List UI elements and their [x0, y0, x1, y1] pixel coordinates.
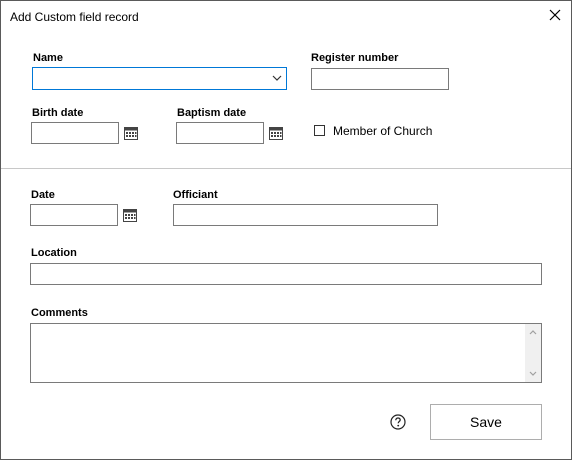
birth-date-input[interactable]: [32, 123, 118, 143]
member-of-church-checkbox[interactable]: [314, 125, 325, 136]
close-button[interactable]: [545, 5, 565, 25]
baptism-date-input[interactable]: [177, 123, 263, 143]
location-input[interactable]: [31, 264, 541, 284]
location-field[interactable]: [30, 263, 542, 285]
register-number-input[interactable]: [312, 69, 448, 89]
chevron-down-icon[interactable]: [271, 72, 283, 84]
scroll-down-icon[interactable]: [529, 371, 537, 377]
calendar-icon[interactable]: [123, 208, 137, 222]
close-icon: [549, 9, 561, 21]
officiant-field[interactable]: [173, 204, 438, 226]
birth-date-field[interactable]: [31, 122, 119, 144]
comments-textarea[interactable]: [30, 323, 542, 383]
register-number-label: Register number: [311, 52, 399, 64]
baptism-date-field[interactable]: [176, 122, 264, 144]
add-custom-field-record-dialog: Add Custom field record Name Register nu…: [0, 0, 572, 460]
calendar-icon[interactable]: [124, 126, 138, 140]
comments-label: Comments: [31, 307, 88, 319]
help-icon[interactable]: [390, 414, 406, 430]
scroll-up-icon[interactable]: [529, 329, 537, 335]
officiant-input[interactable]: [174, 205, 437, 225]
dialog-title: Add Custom field record: [10, 10, 139, 24]
save-button[interactable]: Save: [430, 404, 542, 440]
register-number-field[interactable]: [311, 68, 449, 90]
member-of-church-label: Member of Church: [333, 124, 433, 138]
baptism-date-label: Baptism date: [177, 107, 247, 119]
comments-scrollbar[interactable]: [525, 324, 541, 382]
date-label: Date: [31, 189, 55, 201]
birth-date-label: Birth date: [32, 107, 84, 119]
section-divider: [1, 168, 571, 169]
location-label: Location: [31, 247, 77, 259]
name-input[interactable]: [33, 68, 268, 89]
officiant-label: Officiant: [173, 189, 218, 201]
date-input[interactable]: [31, 205, 117, 225]
calendar-icon[interactable]: [269, 126, 283, 140]
date-field[interactable]: [30, 204, 118, 226]
name-combobox[interactable]: [32, 67, 287, 90]
name-label: Name: [33, 52, 63, 64]
